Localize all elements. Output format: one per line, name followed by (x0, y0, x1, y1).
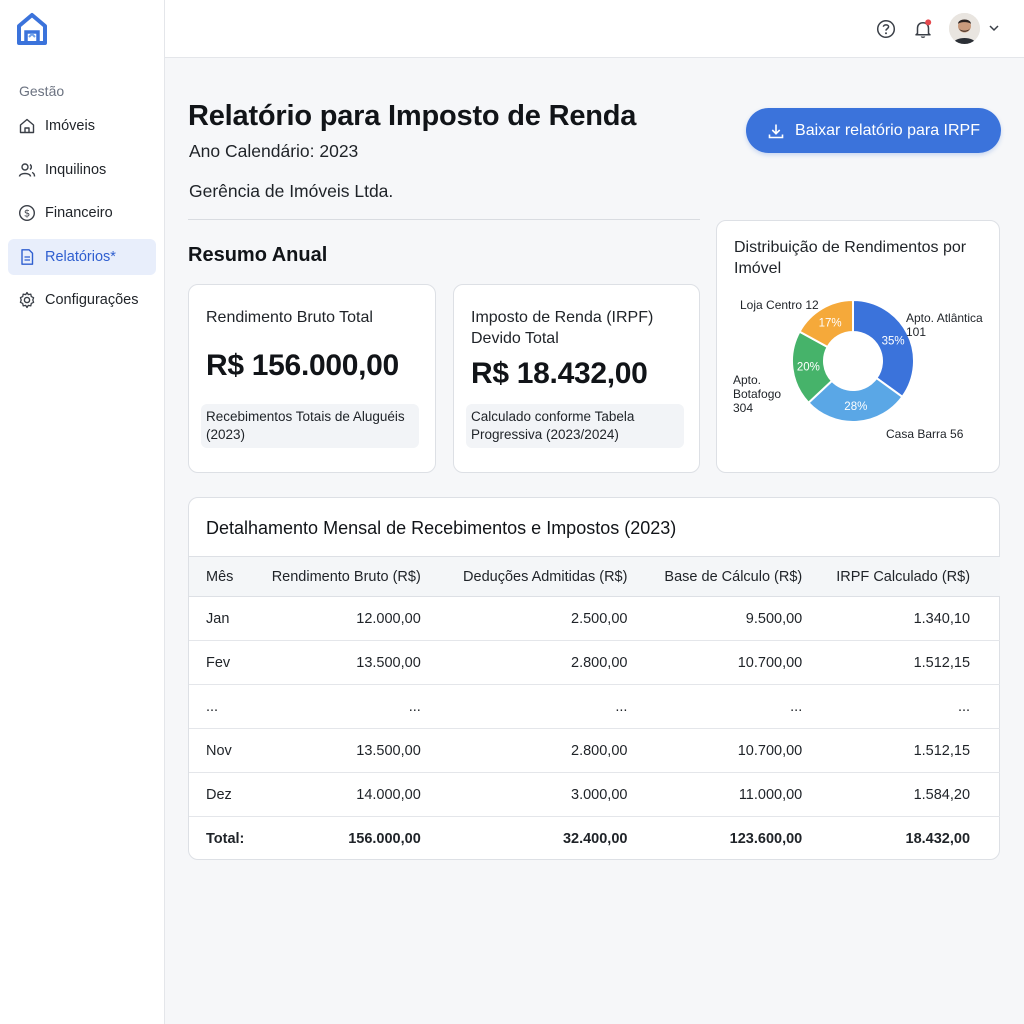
table-row: Dez 14.000,00 3.000,00 11.000,00 1.584,2… (189, 773, 1000, 817)
cell-deductions: ... (615, 698, 628, 715)
cell-gross: ... (408, 698, 421, 715)
kpi-label: Rendimento Bruto Total (206, 309, 373, 326)
cell-base: 10.700,00 (737, 654, 803, 671)
cell-gross: 13.500,00 (356, 742, 421, 759)
table-row: Nov 13.500,00 2.800,00 10.700,00 1.512,1… (189, 729, 1000, 773)
page-subtitle: Ano Calendário: 2023 (189, 141, 359, 161)
sidebar-item-label: Relatórios* (45, 248, 116, 265)
cell-base: 11.000,00 (738, 786, 803, 803)
col-header-month: Mês (206, 568, 234, 585)
cell-month: Fev (206, 654, 231, 671)
donut-percent-label-0: 35% (882, 336, 905, 348)
download-report-label: Baixar relatório para IRPF (795, 121, 980, 139)
tax-due-card: Imposto de Renda (IRPF) Devido Total R$ … (453, 284, 700, 473)
gross-income-card: Rendimento Bruto Total R$ 156.000,00 Rec… (188, 284, 436, 473)
cell-month: ... (206, 698, 219, 715)
cell-total-irpf: 18.432,00 (905, 830, 971, 847)
cell-month: Nov (206, 742, 232, 759)
cell-gross: 13.500,00 (356, 654, 421, 671)
cell-deductions: 2.800,00 (571, 654, 628, 671)
legend-label-casa-barra: Casa Barra 56 (886, 427, 964, 441)
bell-icon[interactable] (912, 18, 934, 40)
sidebar: Gestão Imóveis Inquilinos $ Financeiro R… (0, 0, 165, 1024)
cell-month: Jan (206, 610, 230, 627)
download-icon (767, 122, 785, 140)
income-distribution-card: Distribuição de Rendimentos por Imóvel 3… (716, 220, 1000, 473)
cell-irpf: 1.512,15 (913, 654, 971, 671)
kpi-value: R$ 18.432,00 (471, 357, 648, 390)
users-icon (18, 161, 36, 179)
legend-label-atlantica: Apto. Atlântica 101 (906, 311, 983, 339)
table-row: ... ... ... ... ... (189, 685, 1000, 729)
cell-total-gross: 156.000,00 (348, 830, 421, 847)
sidebar-item-imoveis[interactable]: Imóveis (8, 108, 156, 144)
cell-deductions: 3.000,00 (571, 786, 628, 803)
svg-text:$: $ (24, 209, 30, 220)
home-icon (18, 117, 36, 135)
donut-percent-label-3: 17% (819, 317, 842, 329)
kpi-note: Recebimentos Totais de Aluguéis (2023) (201, 404, 419, 448)
donut-percent-label-1: 28% (844, 401, 867, 413)
monthly-table: Mês Rendimento Bruto (R$) Deduções Admit… (189, 556, 1000, 861)
col-header-deductions: Deduções Admitidas (R$) (463, 568, 628, 585)
house-logo-icon[interactable] (16, 12, 48, 46)
donut-percent-label-2: 20% (797, 362, 820, 374)
col-header-irpf: IRPF Calculado (R$) (836, 568, 971, 585)
legend-label-loja: Loja Centro 12 (740, 298, 819, 312)
company-name: Gerência de Imóveis Ltda. (189, 181, 394, 201)
kpi-note: Calculado conforme Tabela Progressiva (2… (466, 404, 684, 448)
chevron-down-icon[interactable] (987, 21, 1001, 35)
download-report-button[interactable]: Baixar relatório para IRPF (746, 108, 1001, 153)
cell-irpf: ... (957, 698, 971, 715)
table-title: Detalhamento Mensal de Recebimentos e Im… (206, 518, 677, 538)
sidebar-item-label: Financeiro (45, 205, 113, 221)
sidebar-item-label: Inquilinos (45, 161, 107, 178)
page-title: Relatório para Imposto de Renda (188, 100, 637, 132)
gear-icon (18, 291, 36, 309)
cell-irpf: 1.584,20 (913, 786, 971, 803)
col-header-gross: Rendimento Bruto (R$) (271, 568, 421, 585)
col-header-base: Base de Cálculo (R$) (664, 568, 803, 585)
sidebar-item-label: Imóveis (45, 118, 95, 134)
sidebar-item-financeiro[interactable]: $ Financeiro (8, 195, 156, 231)
sidebar-item-label: Configurações (45, 292, 139, 308)
cell-gross: 14.000,00 (356, 786, 421, 803)
cell-gross: 12.000,00 (356, 610, 421, 627)
sidebar-item-relatorios[interactable]: Relatórios* (8, 238, 156, 275)
cell-deductions: 2.500,00 (571, 610, 628, 627)
kpi-label: Imposto de Renda (IRPF) Devido Total (471, 309, 654, 347)
sidebar-section-title: Gestão (19, 83, 65, 99)
summary-heading: Resumo Anual (188, 244, 328, 266)
cell-month: Dez (206, 786, 232, 803)
cell-base: 9.500,00 (745, 610, 803, 627)
header-divider (188, 219, 700, 220)
table-total-row: Total: 156.000,00 32.400,00 123.600,00 1… (189, 817, 1000, 861)
table-row: Fev 13.500,00 2.800,00 10.700,00 1.512,1… (189, 641, 1000, 685)
cell-deductions: 2.800,00 (571, 742, 628, 759)
table-header-row: Mês Rendimento Bruto (R$) Deduções Admit… (189, 556, 1000, 597)
avatar[interactable] (949, 13, 980, 44)
top-bar (165, 0, 1024, 58)
help-icon[interactable] (875, 18, 897, 40)
table-row: Jan 12.000,00 2.500,00 9.500,00 1.340,10 (189, 597, 1000, 641)
cell-total-deductions: 32.400,00 (562, 830, 628, 847)
sidebar-item-inquilinos[interactable]: Inquilinos (8, 152, 156, 188)
kpi-value: R$ 156.000,00 (206, 349, 399, 382)
document-icon (18, 248, 36, 266)
legend-label-botafogo: Apto. Botafogo 304 (733, 373, 782, 415)
cell-irpf: 1.340,10 (913, 610, 971, 627)
sidebar-nav: Imóveis Inquilinos $ Financeiro Relatóri… (8, 108, 156, 326)
cell-total-base: 123.600,00 (729, 830, 803, 847)
dollar-icon: $ (18, 204, 36, 222)
cell-base: 10.700,00 (737, 742, 803, 759)
cell-irpf: 1.512,15 (913, 742, 971, 759)
sidebar-item-configuracoes[interactable]: Configurações (8, 282, 156, 318)
monthly-breakdown-card: Detalhamento Mensal de Recebimentos e Im… (188, 497, 1000, 860)
cell-base: ... (790, 698, 803, 715)
cell-total-label: Total: (206, 830, 245, 847)
notification-dot (925, 19, 932, 26)
